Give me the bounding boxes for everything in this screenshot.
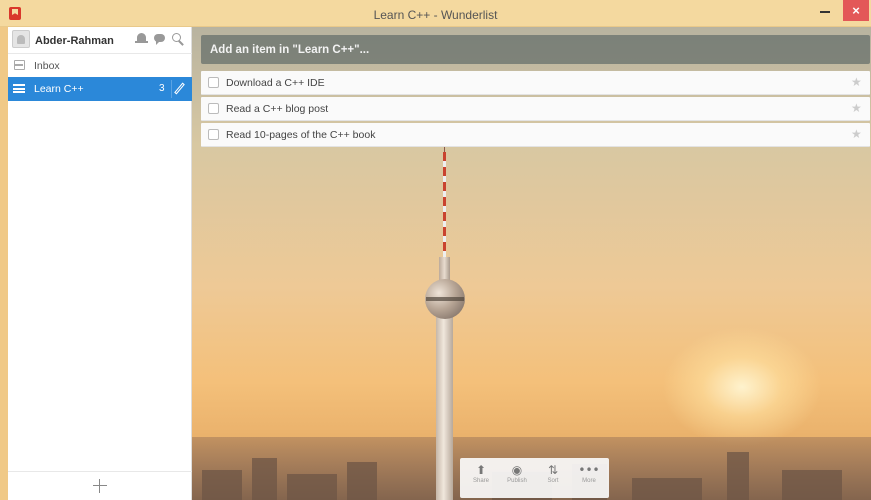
star-icon[interactable]: ★ <box>851 76 862 88</box>
share-icon: ⬆ <box>475 463 487 477</box>
plus-icon <box>93 479 107 493</box>
user-name: Abder-Rahman <box>35 35 114 47</box>
background-building <box>632 478 702 500</box>
task-checkbox[interactable] <box>208 103 219 114</box>
background-building <box>782 470 842 500</box>
minimize-button[interactable] <box>811 0 839 21</box>
add-list-button[interactable] <box>8 471 192 500</box>
close-button[interactable]: × <box>843 0 869 21</box>
sort-button[interactable]: ⇅ Sort <box>536 462 570 494</box>
add-item-bar[interactable] <box>201 35 870 64</box>
task-row[interactable]: Read a C++ blog post ★ <box>201 97 870 121</box>
sidebar-item-inbox[interactable]: Inbox <box>8 54 192 78</box>
background-building <box>202 470 242 500</box>
task-row[interactable]: Read 10-pages of the C++ book ★ <box>201 123 870 147</box>
bottom-toolbar: ⬆ Share ◉ Publish ⇅ Sort ••• More <box>460 458 609 498</box>
task-title[interactable]: Download a C++ IDE <box>226 77 325 89</box>
star-icon[interactable]: ★ <box>851 128 862 140</box>
globe-icon: ◉ <box>511 463 523 477</box>
more-label: More <box>582 478 596 484</box>
user-row[interactable]: Abder-Rahman <box>8 27 192 54</box>
task-title[interactable]: Read a C++ blog post <box>226 103 328 115</box>
sidebar-item-learn-cpp[interactable]: Learn C++ 3 <box>8 77 192 101</box>
publish-label: Publish <box>507 478 527 484</box>
star-icon[interactable]: ★ <box>851 102 862 114</box>
inbox-icon <box>14 60 25 70</box>
title-bar: Learn C++ - Wunderlist × <box>0 0 871 27</box>
pencil-icon[interactable] <box>174 82 185 95</box>
background-building <box>252 458 277 500</box>
tower-band <box>426 297 464 301</box>
list-count-badge: 3 <box>159 83 165 94</box>
background-building <box>727 452 749 500</box>
more-button[interactable]: ••• More <box>572 462 606 494</box>
background-building <box>347 462 377 500</box>
avatar[interactable] <box>12 30 30 48</box>
share-button[interactable]: ⬆ Share <box>464 462 498 494</box>
chat-icon[interactable] <box>153 32 167 46</box>
task-title[interactable]: Read 10-pages of the C++ book <box>226 129 375 141</box>
background-sun <box>662 327 822 447</box>
window-title: Learn C++ - Wunderlist <box>373 8 498 22</box>
hamburger-icon <box>13 84 25 93</box>
sort-label: Sort <box>547 478 559 484</box>
search-icon[interactable] <box>171 32 185 46</box>
background-building <box>287 474 337 500</box>
divider <box>171 80 172 98</box>
more-icon: ••• <box>578 463 600 477</box>
sort-icon: ⇅ <box>547 463 559 477</box>
sidebar-item-label: Learn C++ <box>34 83 84 95</box>
bell-icon[interactable] <box>135 32 149 46</box>
add-item-input[interactable] <box>210 42 850 58</box>
publish-button[interactable]: ◉ Publish <box>500 462 534 494</box>
tower-shaft <box>436 317 453 500</box>
sidebar-item-label: Inbox <box>34 60 60 72</box>
main-panel: Download a C++ IDE ★ Read a C++ blog pos… <box>192 27 871 500</box>
task-checkbox[interactable] <box>208 129 219 140</box>
tower-spire <box>443 152 446 262</box>
task-row[interactable]: Download a C++ IDE ★ <box>201 71 870 95</box>
task-checkbox[interactable] <box>208 77 219 88</box>
share-label: Share <box>472 478 489 484</box>
sidebar: Abder-Rahman Inbox Learn C++ 3 <box>8 27 192 500</box>
